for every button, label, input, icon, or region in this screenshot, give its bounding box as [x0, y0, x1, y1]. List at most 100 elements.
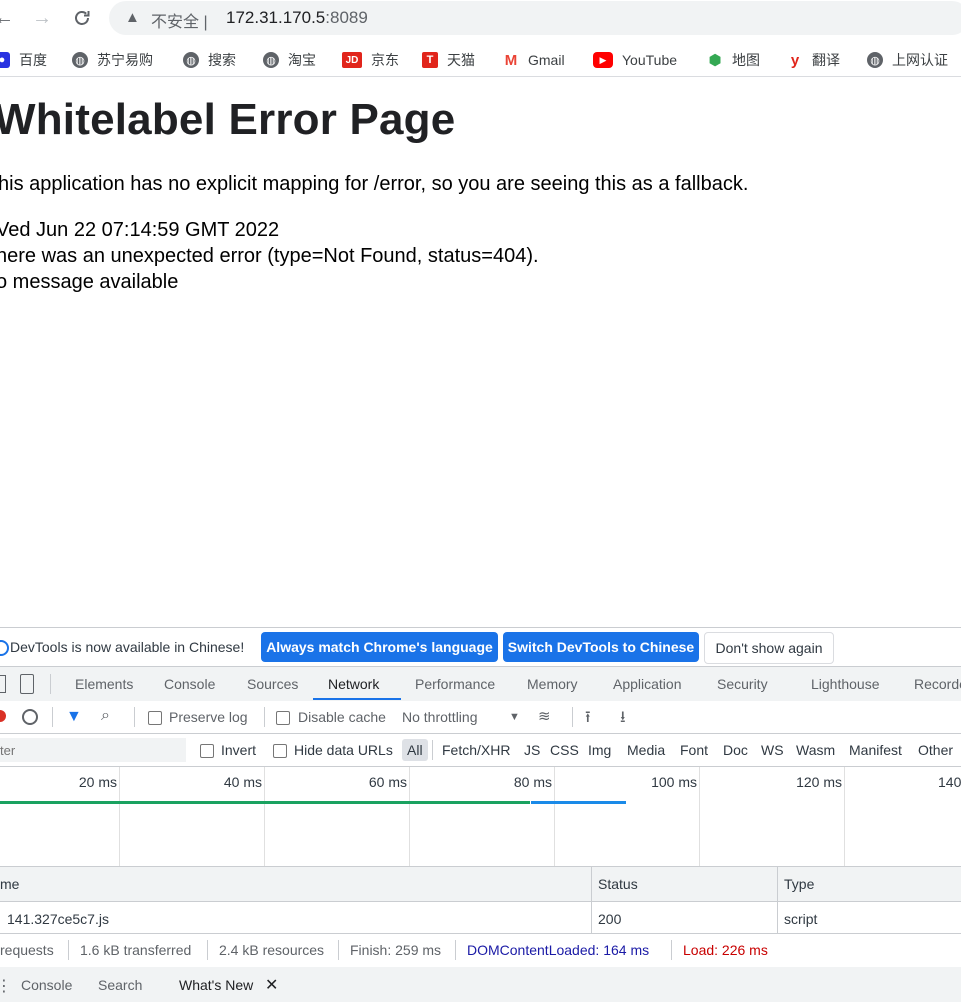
drawer-tab-whats-new[interactable]: What's New — [179, 977, 253, 993]
gmail-icon: M — [503, 51, 519, 69]
column-status-header[interactable]: Status — [598, 876, 638, 892]
filter-input[interactable] — [0, 738, 186, 762]
preserve-log-checkbox[interactable] — [148, 711, 162, 725]
switch-chinese-button[interactable]: Switch DevTools to Chinese — [503, 632, 699, 662]
page-title: Whitelabel Error Page — [0, 95, 456, 144]
url-port: :8089 — [325, 8, 368, 27]
divider — [68, 940, 69, 960]
tab-console[interactable]: Console — [164, 676, 215, 692]
divider — [572, 707, 573, 727]
import-har-icon[interactable]: ⭱ — [585, 706, 591, 733]
drawer-tab-search[interactable]: Search — [98, 977, 142, 993]
filter-img[interactable]: Img — [588, 742, 611, 758]
bookmark-baidu[interactable]: ● 百度 — [0, 50, 47, 70]
tab-application[interactable]: Application — [613, 676, 682, 692]
invert-label: Invert — [221, 742, 257, 758]
filter-all[interactable]: All — [407, 742, 423, 758]
match-language-button[interactable]: Always match Chrome's language — [261, 632, 498, 662]
tab-memory[interactable]: Memory — [527, 676, 578, 692]
throttling-select[interactable]: No throttling — [402, 709, 477, 725]
address-bar[interactable]: ▲ 不安全 | 172.31.170.5:8089 — [109, 1, 961, 35]
requests-table: me Status Type 141.327ce5c7.js 200 scrip… — [0, 867, 961, 933]
table-header: me Status Type — [0, 867, 961, 902]
bookmark-gmail[interactable]: M Gmail — [503, 50, 565, 70]
filter-doc[interactable]: Doc — [723, 742, 748, 758]
error-message: o message available — [0, 271, 179, 293]
filter-funnel-icon[interactable]: ▼ — [66, 708, 82, 726]
export-har-icon[interactable]: ⭳ — [620, 706, 626, 733]
divider — [50, 674, 51, 694]
row-name[interactable]: 141.327ce5c7.js — [7, 911, 109, 927]
youtube-icon: ▶ — [593, 52, 613, 68]
bookmark-taobao[interactable]: ◍ 淘宝 — [263, 50, 316, 70]
bookmark-search[interactable]: ◍ 搜索 — [183, 50, 236, 70]
timeline-tick: 140 — [938, 774, 961, 790]
tab-sources[interactable]: Sources — [247, 676, 298, 692]
timeline-tick: 60 ms — [368, 774, 407, 790]
column-divider[interactable] — [777, 867, 778, 933]
network-conditions-icon[interactable]: ≋ — [538, 707, 551, 725]
column-name-header[interactable]: me — [0, 876, 19, 892]
bookmark-portal[interactable]: ◍ 上网认证 — [867, 50, 948, 70]
tab-recorder[interactable]: Recorde — [914, 676, 961, 692]
timeline-tick: 80 ms — [513, 774, 552, 790]
drawer-menu-icon[interactable]: ⋮ — [0, 976, 12, 996]
timeline-gridline — [554, 767, 555, 866]
network-timeline[interactable]: 20 ms 40 ms 60 ms 80 ms 100 ms 120 ms 14… — [0, 767, 961, 867]
bookmark-jd[interactable]: JD 京东 — [342, 50, 399, 70]
column-divider[interactable] — [591, 867, 592, 933]
bookmark-translate[interactable]: y 翻译 — [787, 50, 840, 70]
filter-wasm[interactable]: Wasm — [796, 742, 835, 758]
filter-css[interactable]: CSS — [550, 742, 579, 758]
inspect-element-icon[interactable] — [0, 675, 6, 693]
divider — [264, 707, 265, 727]
divider — [671, 940, 672, 960]
close-icon[interactable]: ✕ — [265, 975, 278, 995]
warning-triangle-icon: ▲ — [125, 9, 140, 26]
back-arrow-icon[interactable]: ← — [0, 4, 18, 32]
filter-media[interactable]: Media — [627, 742, 665, 758]
device-toolbar-icon[interactable] — [20, 674, 34, 694]
filter-bar: Invert Hide data URLs All Fetch/XHR JS C… — [0, 734, 961, 767]
bookmark-youtube[interactable]: ▶ YouTube — [593, 50, 677, 70]
bookmark-label: 百度 — [19, 52, 47, 68]
bookmark-tmall[interactable]: T 天猫 — [422, 50, 475, 70]
summary-resources: 2.4 kB resources — [219, 942, 325, 958]
tab-performance[interactable]: Performance — [415, 676, 495, 692]
hide-data-urls-checkbox[interactable] — [273, 744, 287, 758]
divider — [207, 940, 208, 960]
filter-fetch-xhr[interactable]: Fetch/XHR — [442, 742, 510, 758]
dont-show-again-button[interactable]: Don't show again — [704, 632, 834, 664]
filter-manifest[interactable]: Manifest — [849, 742, 902, 758]
globe-icon: ◍ — [183, 52, 199, 68]
filter-ws[interactable]: WS — [761, 742, 784, 758]
preserve-log-label: Preserve log — [169, 709, 248, 725]
tab-elements[interactable]: Elements — [75, 676, 133, 692]
chevron-down-icon[interactable]: ▼ — [509, 711, 520, 723]
clear-icon[interactable] — [22, 709, 38, 725]
infobar-text: DevTools is now available in Chinese! — [10, 639, 245, 655]
filter-other[interactable]: Other — [918, 742, 953, 758]
active-tab-indicator — [313, 698, 401, 700]
tab-security[interactable]: Security — [717, 676, 768, 692]
timeline-tick: 40 ms — [223, 774, 262, 790]
filter-js[interactable]: JS — [524, 742, 540, 758]
forward-arrow-icon[interactable]: → — [28, 4, 56, 32]
reload-icon[interactable] — [68, 4, 96, 32]
bookmark-maps[interactable]: ⬢ 地图 — [707, 50, 760, 70]
bookmark-suning[interactable]: ◍ 苏宁易购 — [72, 50, 153, 70]
search-icon[interactable]: ⌕ — [101, 707, 110, 725]
bookmark-label: 翻译 — [812, 52, 840, 68]
disable-cache-checkbox[interactable] — [276, 711, 290, 725]
drawer-tab-console[interactable]: Console — [21, 977, 72, 993]
divider — [134, 707, 135, 727]
record-icon[interactable] — [0, 710, 6, 722]
column-type-header[interactable]: Type — [784, 876, 814, 892]
tab-network[interactable]: Network — [328, 676, 379, 692]
tab-lighthouse[interactable]: Lighthouse — [811, 676, 880, 692]
devtools-tabs: Elements Console Sources Network Perform… — [0, 666, 961, 702]
row-status: 200 — [598, 911, 622, 927]
invert-checkbox[interactable] — [200, 744, 214, 758]
filter-font[interactable]: Font — [680, 742, 708, 758]
bookmarks-bar: ● 百度 ◍ 苏宁易购 ◍ 搜索 ◍ 淘宝 JD 京东 T 天猫 M Gmail ▶ YouTu… — [0, 42, 961, 77]
